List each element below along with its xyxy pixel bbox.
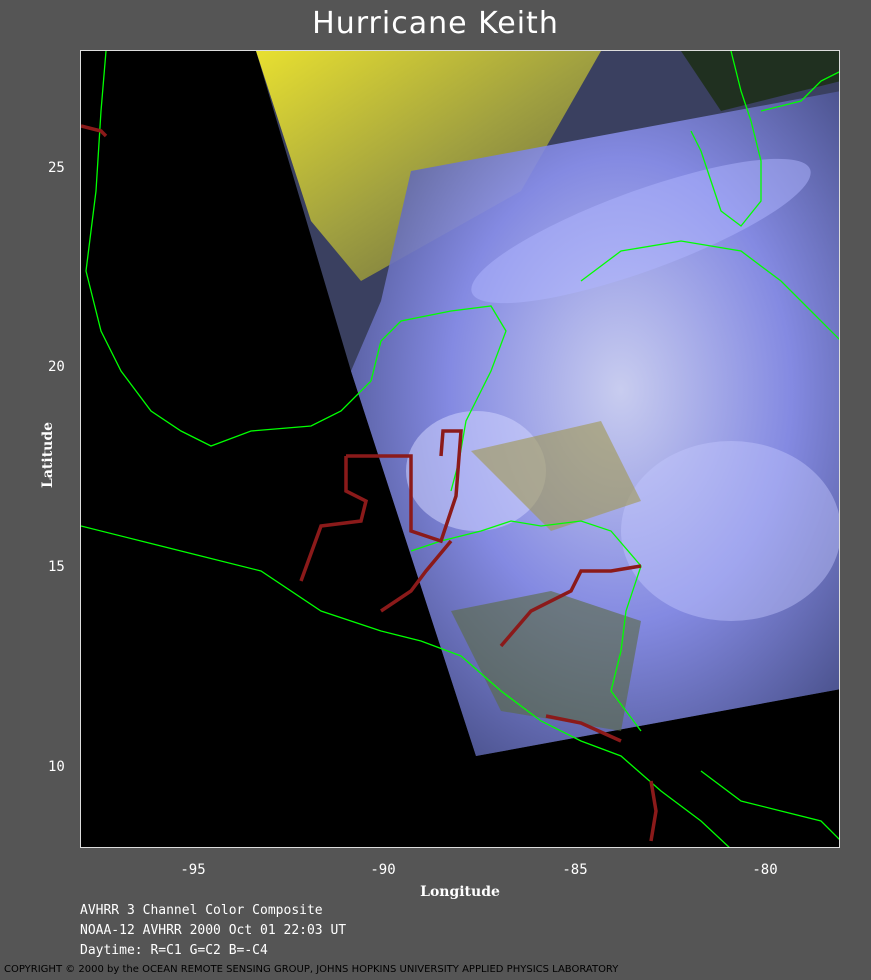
y-tick-15: 15 — [48, 559, 65, 575]
y-tick-20: 20 — [48, 359, 65, 375]
info-line-1: AVHRR 3 Channel Color Composite — [80, 903, 323, 918]
cloud-cluster — [621, 441, 839, 621]
satellite-image-frame — [80, 50, 840, 848]
map-title: Hurricane Keith — [312, 6, 559, 41]
panama-coast — [700, 770, 839, 840]
y-tick-25: 25 — [48, 160, 65, 176]
copyright-notice: COPYRIGHT © 2000 by the OCEAN REMOTE SEN… — [4, 964, 619, 975]
y-axis-label: Latitude — [40, 421, 56, 488]
info-line-2: NOAA-12 AVHRR 2000 Oct 01 22:03 UT — [80, 923, 347, 938]
x-tick-85: -85 — [562, 862, 588, 878]
guatemala-pacific-border — [299, 456, 369, 582]
panama-border — [649, 780, 658, 842]
info-line-3: Daytime: R=C1 G=C2 B=-C4 — [80, 943, 268, 958]
x-axis-label: Longitude — [420, 884, 500, 900]
satellite-map — [81, 51, 839, 847]
x-tick-80: -80 — [752, 862, 778, 878]
x-tick-90: -90 — [370, 862, 396, 878]
y-tick-10: 10 — [48, 759, 65, 775]
x-tick-95: -95 — [180, 862, 206, 878]
mexico-guatemala-border — [81, 124, 108, 138]
